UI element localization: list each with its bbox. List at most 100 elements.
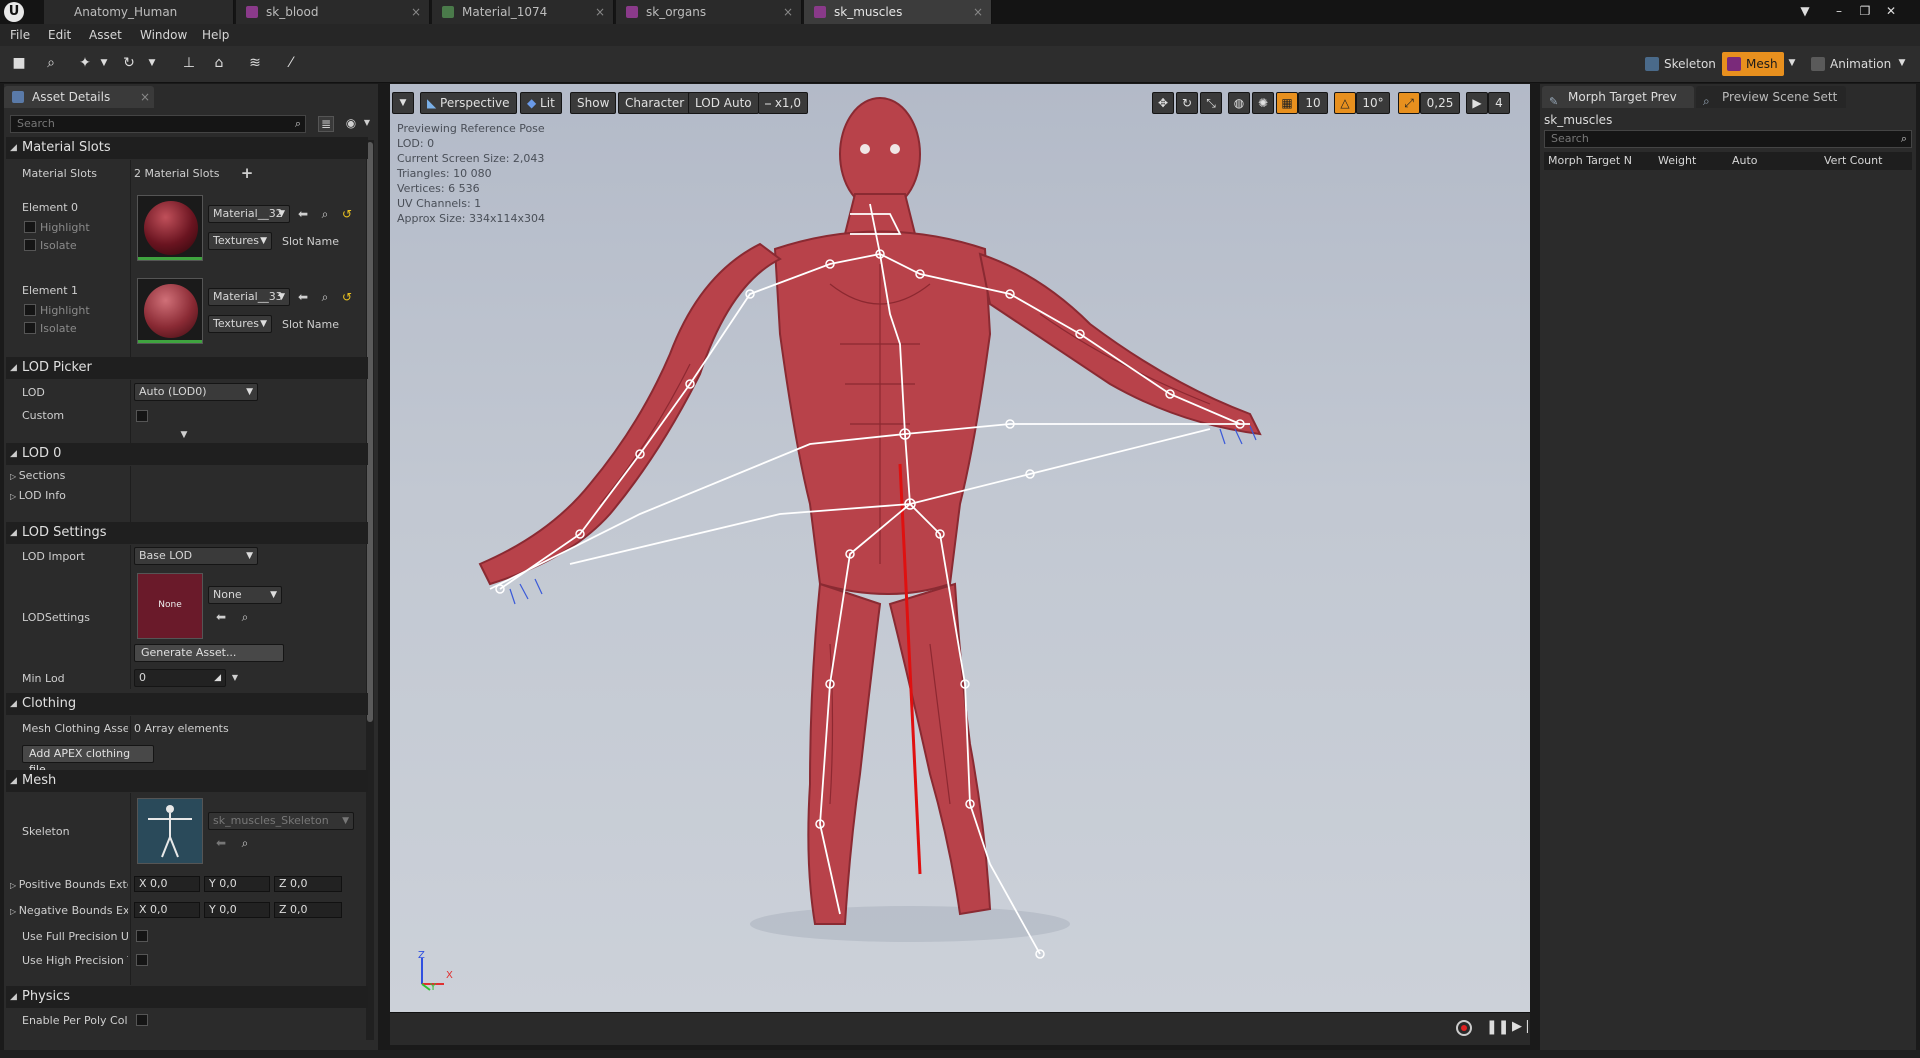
save-icon[interactable]: ■ — [8, 52, 30, 74]
positive-bounds-row[interactable]: ▷ Positive Bounds Exte — [10, 878, 128, 891]
mode-skeleton-button[interactable]: Skeleton — [1640, 52, 1720, 76]
chevron-down-icon[interactable]: ▼ — [228, 671, 242, 685]
paint-brush-icon[interactable]: ⁄ — [280, 52, 302, 74]
translate-tool-icon[interactable]: ✥ — [1152, 92, 1174, 114]
reimport-icon[interactable]: ↻ — [118, 52, 140, 74]
reset-icon[interactable]: ↺ — [340, 207, 354, 221]
minimize-icon[interactable]: – — [1830, 2, 1848, 20]
column-divider[interactable] — [130, 545, 131, 689]
menu-asset[interactable]: Asset — [89, 24, 122, 46]
section-icon[interactable]: ⌂ — [208, 52, 230, 74]
add-apex-clothing-button[interactable]: Add APEX clothing file... — [22, 745, 154, 776]
add-icon[interactable]: + — [240, 166, 254, 181]
section-lod-0[interactable]: ◢ LOD 0 — [6, 443, 368, 465]
tab-anatomy-human[interactable]: Anatomy_Human — [44, 0, 234, 24]
close-icon[interactable]: × — [411, 0, 421, 24]
unreal-logo-icon[interactable]: U — [4, 2, 24, 22]
perspective-button[interactable]: ◣ Perspective — [420, 92, 517, 114]
viewport-options-button[interactable]: ▼ — [392, 92, 414, 114]
menu-file[interactable]: File — [10, 24, 30, 46]
column-divider[interactable] — [130, 793, 131, 985]
chevron-down-icon[interactable]: ▼ — [1896, 52, 1908, 74]
textures-combo[interactable]: Textures ▼ — [208, 232, 272, 250]
tab-sk-blood[interactable]: sk_blood × — [236, 0, 430, 24]
negative-bounds-z[interactable]: Z 0,0 — [274, 902, 342, 918]
column-divider[interactable] — [130, 160, 131, 360]
material-combo[interactable]: Material__33 ▼ — [208, 288, 290, 306]
use-selected-arrow-icon[interactable]: ⬅ — [296, 207, 310, 221]
camera-speed-icon[interactable]: ▶ — [1466, 92, 1488, 114]
column-morph-target-name[interactable]: Morph Target N — [1548, 154, 1632, 167]
pose-icon[interactable]: ✦ — [74, 52, 96, 74]
close-icon[interactable]: × — [783, 0, 793, 24]
isolate-checkbox[interactable] — [24, 322, 36, 334]
positive-bounds-y[interactable]: Y 0,0 — [204, 876, 270, 892]
column-divider[interactable] — [130, 466, 131, 522]
section-lod-picker[interactable]: ◢ LOD Picker — [6, 357, 368, 379]
use-selected-arrow-icon[interactable]: ⬅ — [296, 290, 310, 304]
isolate-checkbox[interactable] — [24, 239, 36, 251]
rotate-tool-icon[interactable]: ↻ — [1176, 92, 1198, 114]
camera-speed-value[interactable]: 4 — [1488, 92, 1510, 114]
layers-icon[interactable]: ≋ — [244, 52, 266, 74]
grid-snap-icon[interactable]: ▦ — [1276, 92, 1298, 114]
close-icon[interactable]: × — [595, 0, 605, 24]
tab-material-1074[interactable]: Material_1074 × — [432, 0, 614, 24]
full-precision-uv-checkbox[interactable] — [136, 930, 148, 942]
use-selected-arrow-icon[interactable]: ⬅ — [214, 836, 228, 850]
negative-bounds-row[interactable]: ▷ Negative Bounds Exte — [10, 904, 128, 917]
chevron-down-icon[interactable]: ▼ — [98, 52, 110, 74]
close-icon[interactable]: × — [140, 86, 150, 108]
lod-auto-button[interactable]: LOD Auto — [688, 92, 759, 114]
scale-snap-icon[interactable]: ⤢ — [1398, 92, 1420, 114]
mode-animation-button[interactable]: Animation — [1806, 52, 1898, 76]
character-button[interactable]: Character — [618, 92, 692, 114]
rotation-snap-value[interactable]: 10° — [1356, 92, 1390, 114]
positive-bounds-x[interactable]: X 0,0 — [134, 876, 200, 892]
restore-icon[interactable]: ❐ — [1856, 2, 1874, 20]
section-clothing[interactable]: ◢ Clothing — [6, 693, 368, 715]
browse-search-icon[interactable]: ⌕ — [318, 207, 332, 221]
menu-window[interactable]: Window — [140, 24, 187, 46]
scale-tool-icon[interactable]: ⤡ — [1200, 92, 1222, 114]
scale-snap-value[interactable]: 0,25 — [1420, 92, 1460, 114]
chevron-down-icon[interactable]: ▼ — [1786, 52, 1798, 74]
lod-info-row[interactable]: ▷ LOD Info — [10, 489, 66, 502]
material-thumbnail[interactable] — [137, 278, 203, 344]
show-button[interactable]: Show — [570, 92, 617, 114]
playback-speed-button[interactable]: ⎯ x1,0 — [758, 92, 809, 114]
min-lod-input[interactable]: 0 ◢ — [134, 669, 226, 687]
textures-combo[interactable]: Textures ▼ — [208, 315, 272, 333]
lod-import-combo[interactable]: Base LOD ▼ — [134, 547, 258, 565]
browse-search-icon[interactable]: ⌕ — [318, 290, 332, 304]
sections-row[interactable]: ▷ Sections — [10, 469, 65, 482]
eye-icon[interactable]: ◉ — [344, 116, 358, 130]
lit-button[interactable]: ◆ Lit — [520, 92, 562, 114]
viewport[interactable]: ▼ ◣ Perspective ◆ Lit Show Character LOD… — [390, 84, 1530, 1012]
tab-sk-muscles[interactable]: sk_muscles × — [804, 0, 992, 24]
world-space-icon[interactable]: ◍ — [1228, 92, 1250, 114]
highlight-checkbox[interactable] — [24, 221, 36, 233]
section-lod-settings[interactable]: ◢ LOD Settings — [6, 522, 368, 544]
make-static-mesh-icon[interactable]: ⊥ — [178, 52, 200, 74]
lodsettings-thumbnail[interactable]: None — [137, 573, 203, 639]
highlight-checkbox[interactable] — [24, 304, 36, 316]
grid-snap-value[interactable]: 10 — [1298, 92, 1328, 114]
positive-bounds-z[interactable]: Z 0,0 — [274, 876, 342, 892]
custom-checkbox[interactable] — [136, 410, 148, 422]
menu-help[interactable]: Help — [202, 24, 229, 46]
expand-chevron-icon[interactable]: ▼ — [177, 428, 191, 442]
browse-search-icon[interactable]: ⌕ — [238, 836, 252, 850]
tab-asset-details[interactable]: Asset Details × — [4, 86, 154, 108]
skeleton-thumbnail[interactable] — [137, 798, 203, 864]
section-material-slots[interactable]: ◢ Material Slots — [6, 137, 368, 159]
close-icon[interactable]: × — [973, 0, 983, 24]
morph-search-input[interactable]: Search ⌕ — [1544, 130, 1912, 148]
list-view-icon[interactable]: ≣ — [318, 116, 334, 132]
lodsettings-combo[interactable]: None ▼ — [208, 586, 282, 604]
material-combo[interactable]: Material__32 ▼ — [208, 205, 290, 223]
scrollbar-thumb[interactable] — [367, 142, 373, 722]
enable-per-poly-collision-checkbox[interactable] — [136, 1014, 148, 1026]
section-physics[interactable]: ◢ Physics — [6, 986, 368, 1008]
column-divider[interactable] — [130, 380, 131, 446]
